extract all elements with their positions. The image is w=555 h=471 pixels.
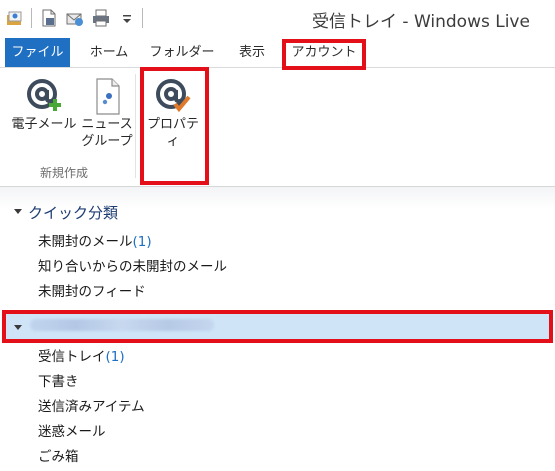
highlight-account-tab <box>282 39 366 70</box>
tab-file[interactable]: ファイル <box>5 38 70 67</box>
folder-label: 未開封のメール <box>38 234 133 250</box>
highlight-account-row <box>2 310 553 343</box>
app-icon[interactable] <box>6 9 24 27</box>
folder-label: 迷惑メール <box>38 424 106 440</box>
ribbon: 電子メール ニュース グループ プロパティ 新規作成 <box>0 68 555 187</box>
email-button[interactable]: 電子メール <box>10 76 78 133</box>
toolbar-separator <box>142 8 143 28</box>
tab-folder[interactable]: フォルダー <box>143 38 221 67</box>
ribbon-tabs: ファイル ホーム フォルダー 表示 アカウント <box>0 38 555 68</box>
newsgroup-button-label-1: ニュース <box>81 117 133 132</box>
quick-view-unread-email[interactable]: 未開封のメール(1) <box>38 230 152 250</box>
folder-deleted-items[interactable]: ごみ箱 <box>38 445 79 465</box>
folder-label: 未開封のフィード <box>38 284 146 300</box>
newsgroup-button-label-2: グループ <box>81 134 133 149</box>
toolbar-separator <box>31 8 32 28</box>
collapse-triangle-icon[interactable] <box>14 209 22 214</box>
folder-label: ごみ箱 <box>38 449 79 465</box>
email-button-label: 電子メール <box>11 117 77 132</box>
folder-label: 下書き <box>38 374 79 390</box>
folder-label: 受信トレイ <box>38 349 106 365</box>
group-separator <box>135 74 136 178</box>
newsgroup-icon <box>96 78 120 115</box>
tab-home[interactable]: ホーム <box>78 38 140 67</box>
folder-label: 知り合いからの未開封のメール <box>38 259 227 275</box>
folder-drafts[interactable]: 下書き <box>38 370 79 390</box>
folder-sent-items[interactable]: 送信済みアイテム <box>38 395 145 415</box>
quick-views-label: クイック分類 <box>28 204 119 222</box>
print-icon[interactable] <box>92 9 110 27</box>
title-bar: 受信トレイ - Windows Live <box>0 0 555 38</box>
folder-junk[interactable]: 迷惑メール <box>38 420 106 440</box>
quick-views-header[interactable]: クイック分類 <box>14 202 118 223</box>
quick-view-unread-feeds[interactable]: 未開封のフィード <box>38 280 146 300</box>
window-title: 受信トレイ - Windows Live <box>312 12 530 32</box>
newsgroup-button[interactable]: ニュース グループ <box>80 76 134 150</box>
ribbon-group-label: 新規作成 <box>40 166 89 180</box>
highlight-properties-button <box>140 67 209 185</box>
folder-label: 送信済みアイテム <box>38 399 145 415</box>
dropdown-icon[interactable] <box>118 9 136 27</box>
quick-view-unread-from-contacts[interactable]: 知り合いからの未開封のメール <box>38 255 227 275</box>
unread-count: (1) <box>132 234 152 250</box>
unread-count: (1) <box>105 349 125 365</box>
email-add-icon <box>27 79 61 111</box>
new-document-icon[interactable] <box>40 9 58 27</box>
send-receive-icon[interactable] <box>66 9 84 27</box>
folder-inbox[interactable]: 受信トレイ(1) <box>38 345 125 365</box>
tab-view[interactable]: 表示 <box>226 38 278 67</box>
